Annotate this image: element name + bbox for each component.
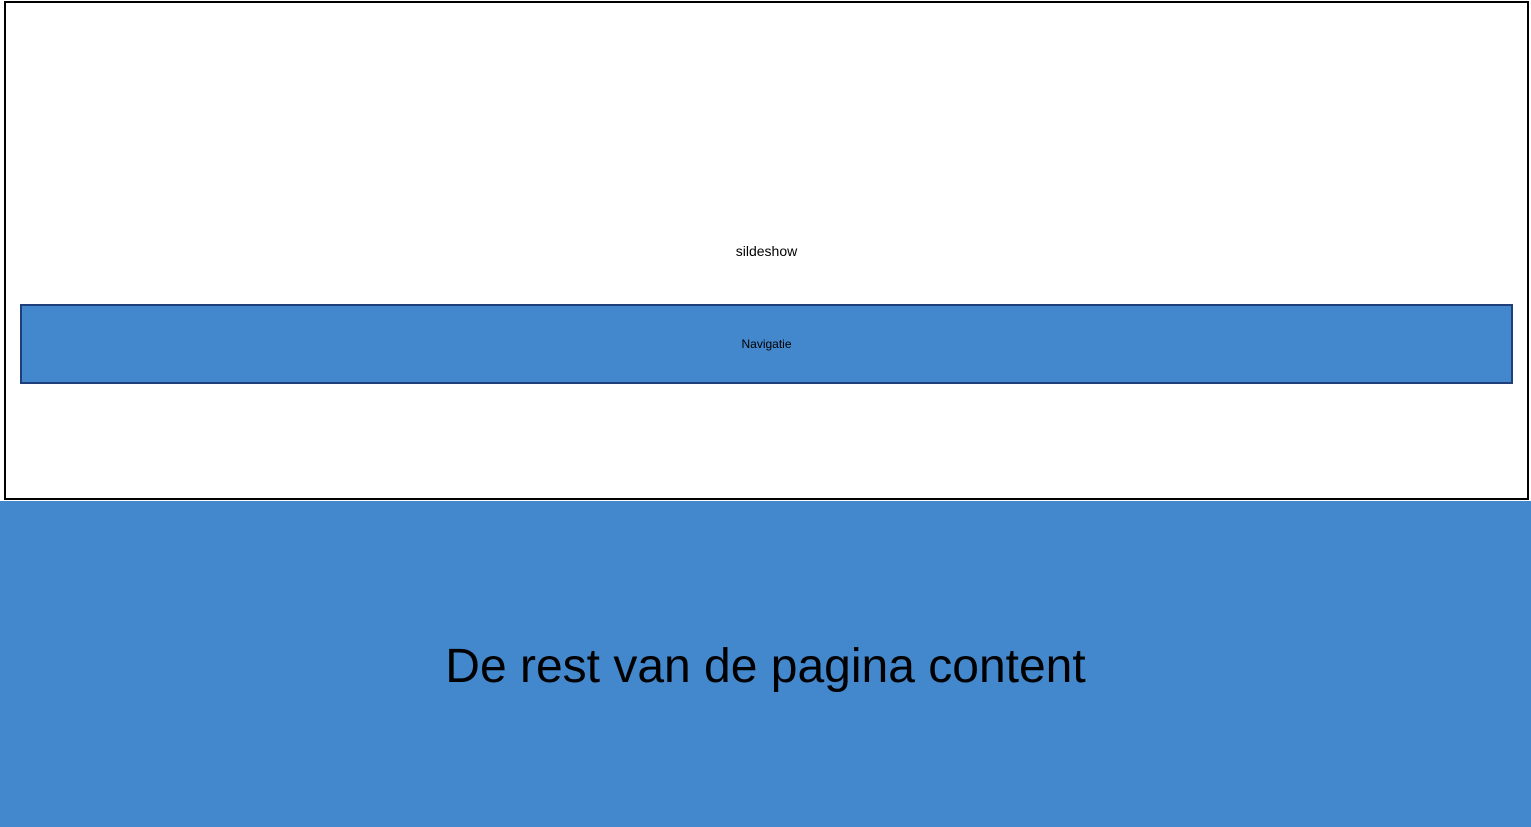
page-content-label: De rest van de pagina content <box>445 639 1086 693</box>
page-content-area: De rest van de pagina content <box>0 501 1531 827</box>
slideshow-label: sildeshow <box>735 243 798 259</box>
slideshow-area: sildeshow Navigatie <box>4 1 1529 500</box>
navigation-label: Navigatie <box>741 337 792 351</box>
navigation-bar: Navigatie <box>20 304 1513 384</box>
wireframe-page: sildeshow Navigatie De rest van de pagin… <box>0 0 1531 827</box>
